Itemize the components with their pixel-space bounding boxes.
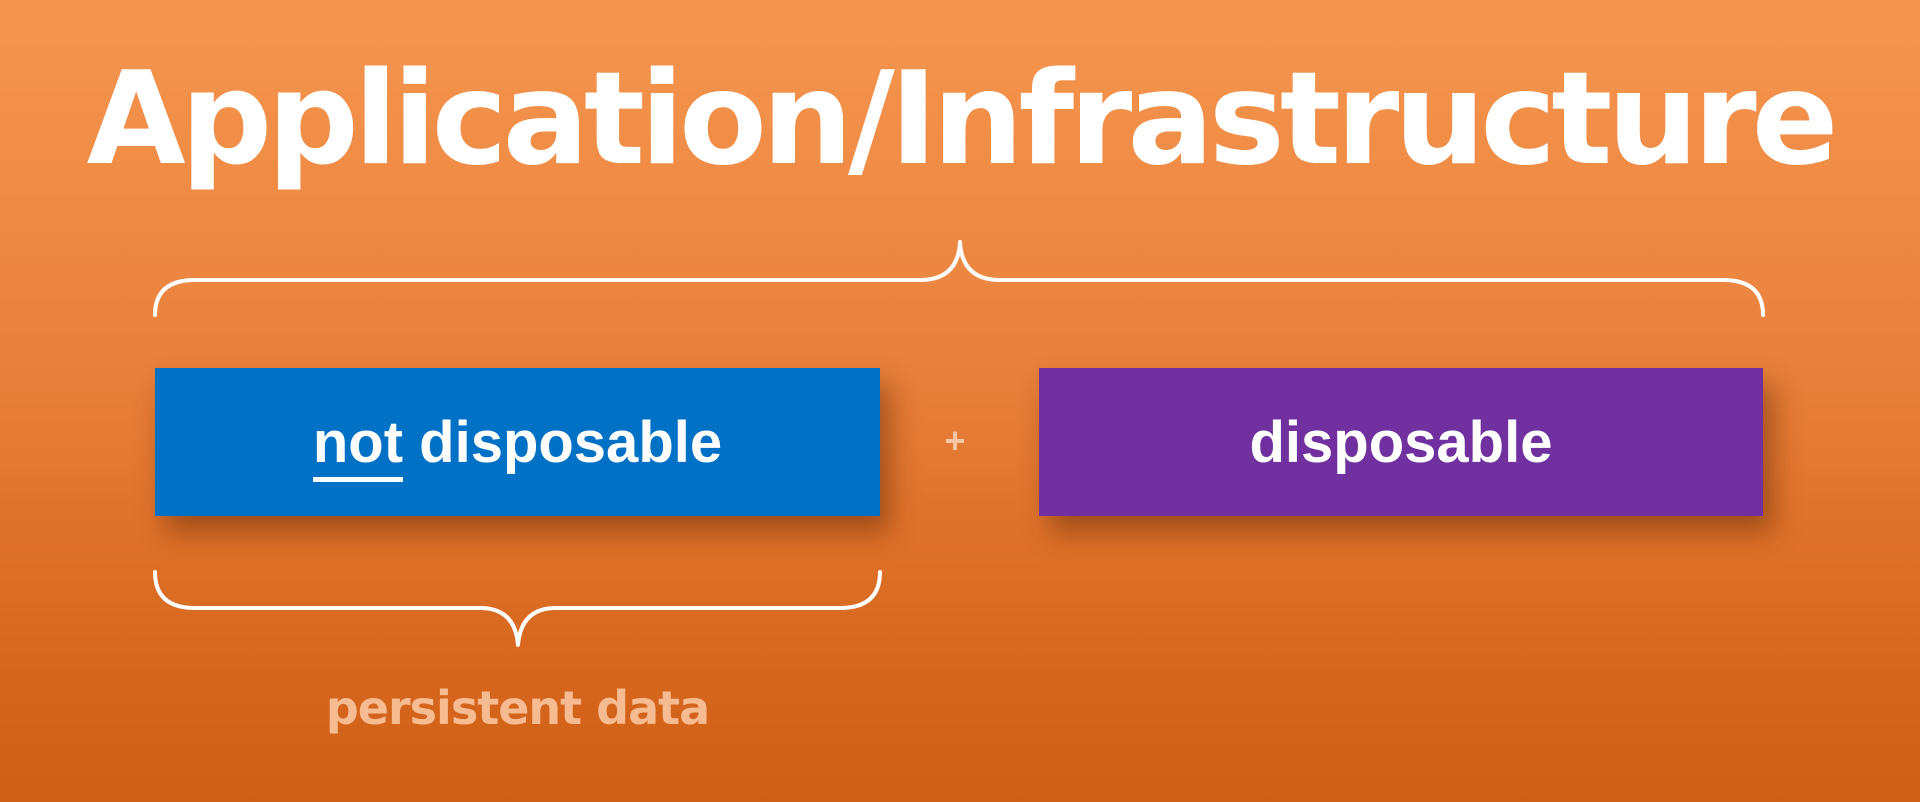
not-disposable-box: not disposable	[155, 368, 880, 516]
disposable-word: disposable	[403, 409, 723, 475]
persistent-data-caption: persistent data	[325, 681, 710, 735]
disposable-label: disposable	[1249, 409, 1553, 475]
not-disposable-label: not disposable	[312, 409, 723, 482]
disposable-box: disposable	[1039, 368, 1763, 516]
not-emphasis: not	[312, 409, 404, 482]
plus-operator: +	[944, 420, 966, 461]
